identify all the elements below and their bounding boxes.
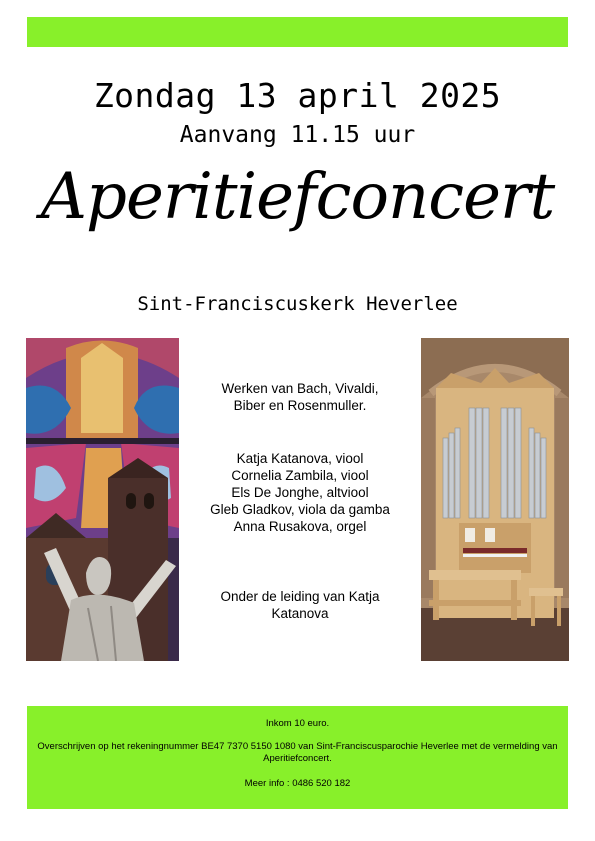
- contact-info: Meer info : 0486 520 182: [244, 778, 351, 789]
- works-line: Biber en Rosenmuller.: [233, 398, 367, 413]
- organ-photo: [421, 338, 569, 661]
- program-works: Werken van Bach, Vivaldi, Biber en Rosen…: [190, 380, 410, 414]
- event-date: Zondag 13 april 2025: [93, 76, 502, 115]
- performer-item: Gleb Gladkov, viola da gamba: [210, 502, 390, 517]
- direction-line: Onder de leiding van Katja: [220, 589, 380, 604]
- transfer-instructions: Overschrijven op het rekeningnummer BE47…: [37, 741, 558, 764]
- event-title: Aperitiefconcert: [40, 160, 556, 234]
- direction-line: Katanova: [271, 606, 329, 621]
- performer-item: Katja Katanova, viool: [236, 451, 364, 466]
- footer-info-box: Inkom 10 euro. Overschrijven op het reke…: [27, 706, 568, 809]
- venue-name: Sint-Franciscuskerk Heverlee: [137, 293, 458, 315]
- performer-item: Els De Jonghe, altviool: [231, 485, 369, 500]
- direction-note: Onder de leiding van Katja Katanova: [190, 588, 410, 622]
- performer-item: Anna Rusakova, orgel: [233, 519, 367, 534]
- event-start-time: Aanvang 11.15 uur: [179, 122, 416, 148]
- entry-fee: Inkom 10 euro.: [265, 718, 330, 729]
- works-line: Werken van Bach, Vivaldi,: [221, 381, 379, 396]
- performer-item: Cornelia Zambila, viool: [231, 468, 369, 483]
- performer-list: Katja Katanova, viool Cornelia Zambila, …: [190, 450, 410, 535]
- church-photo: [26, 338, 179, 661]
- top-green-bar: [27, 17, 568, 47]
